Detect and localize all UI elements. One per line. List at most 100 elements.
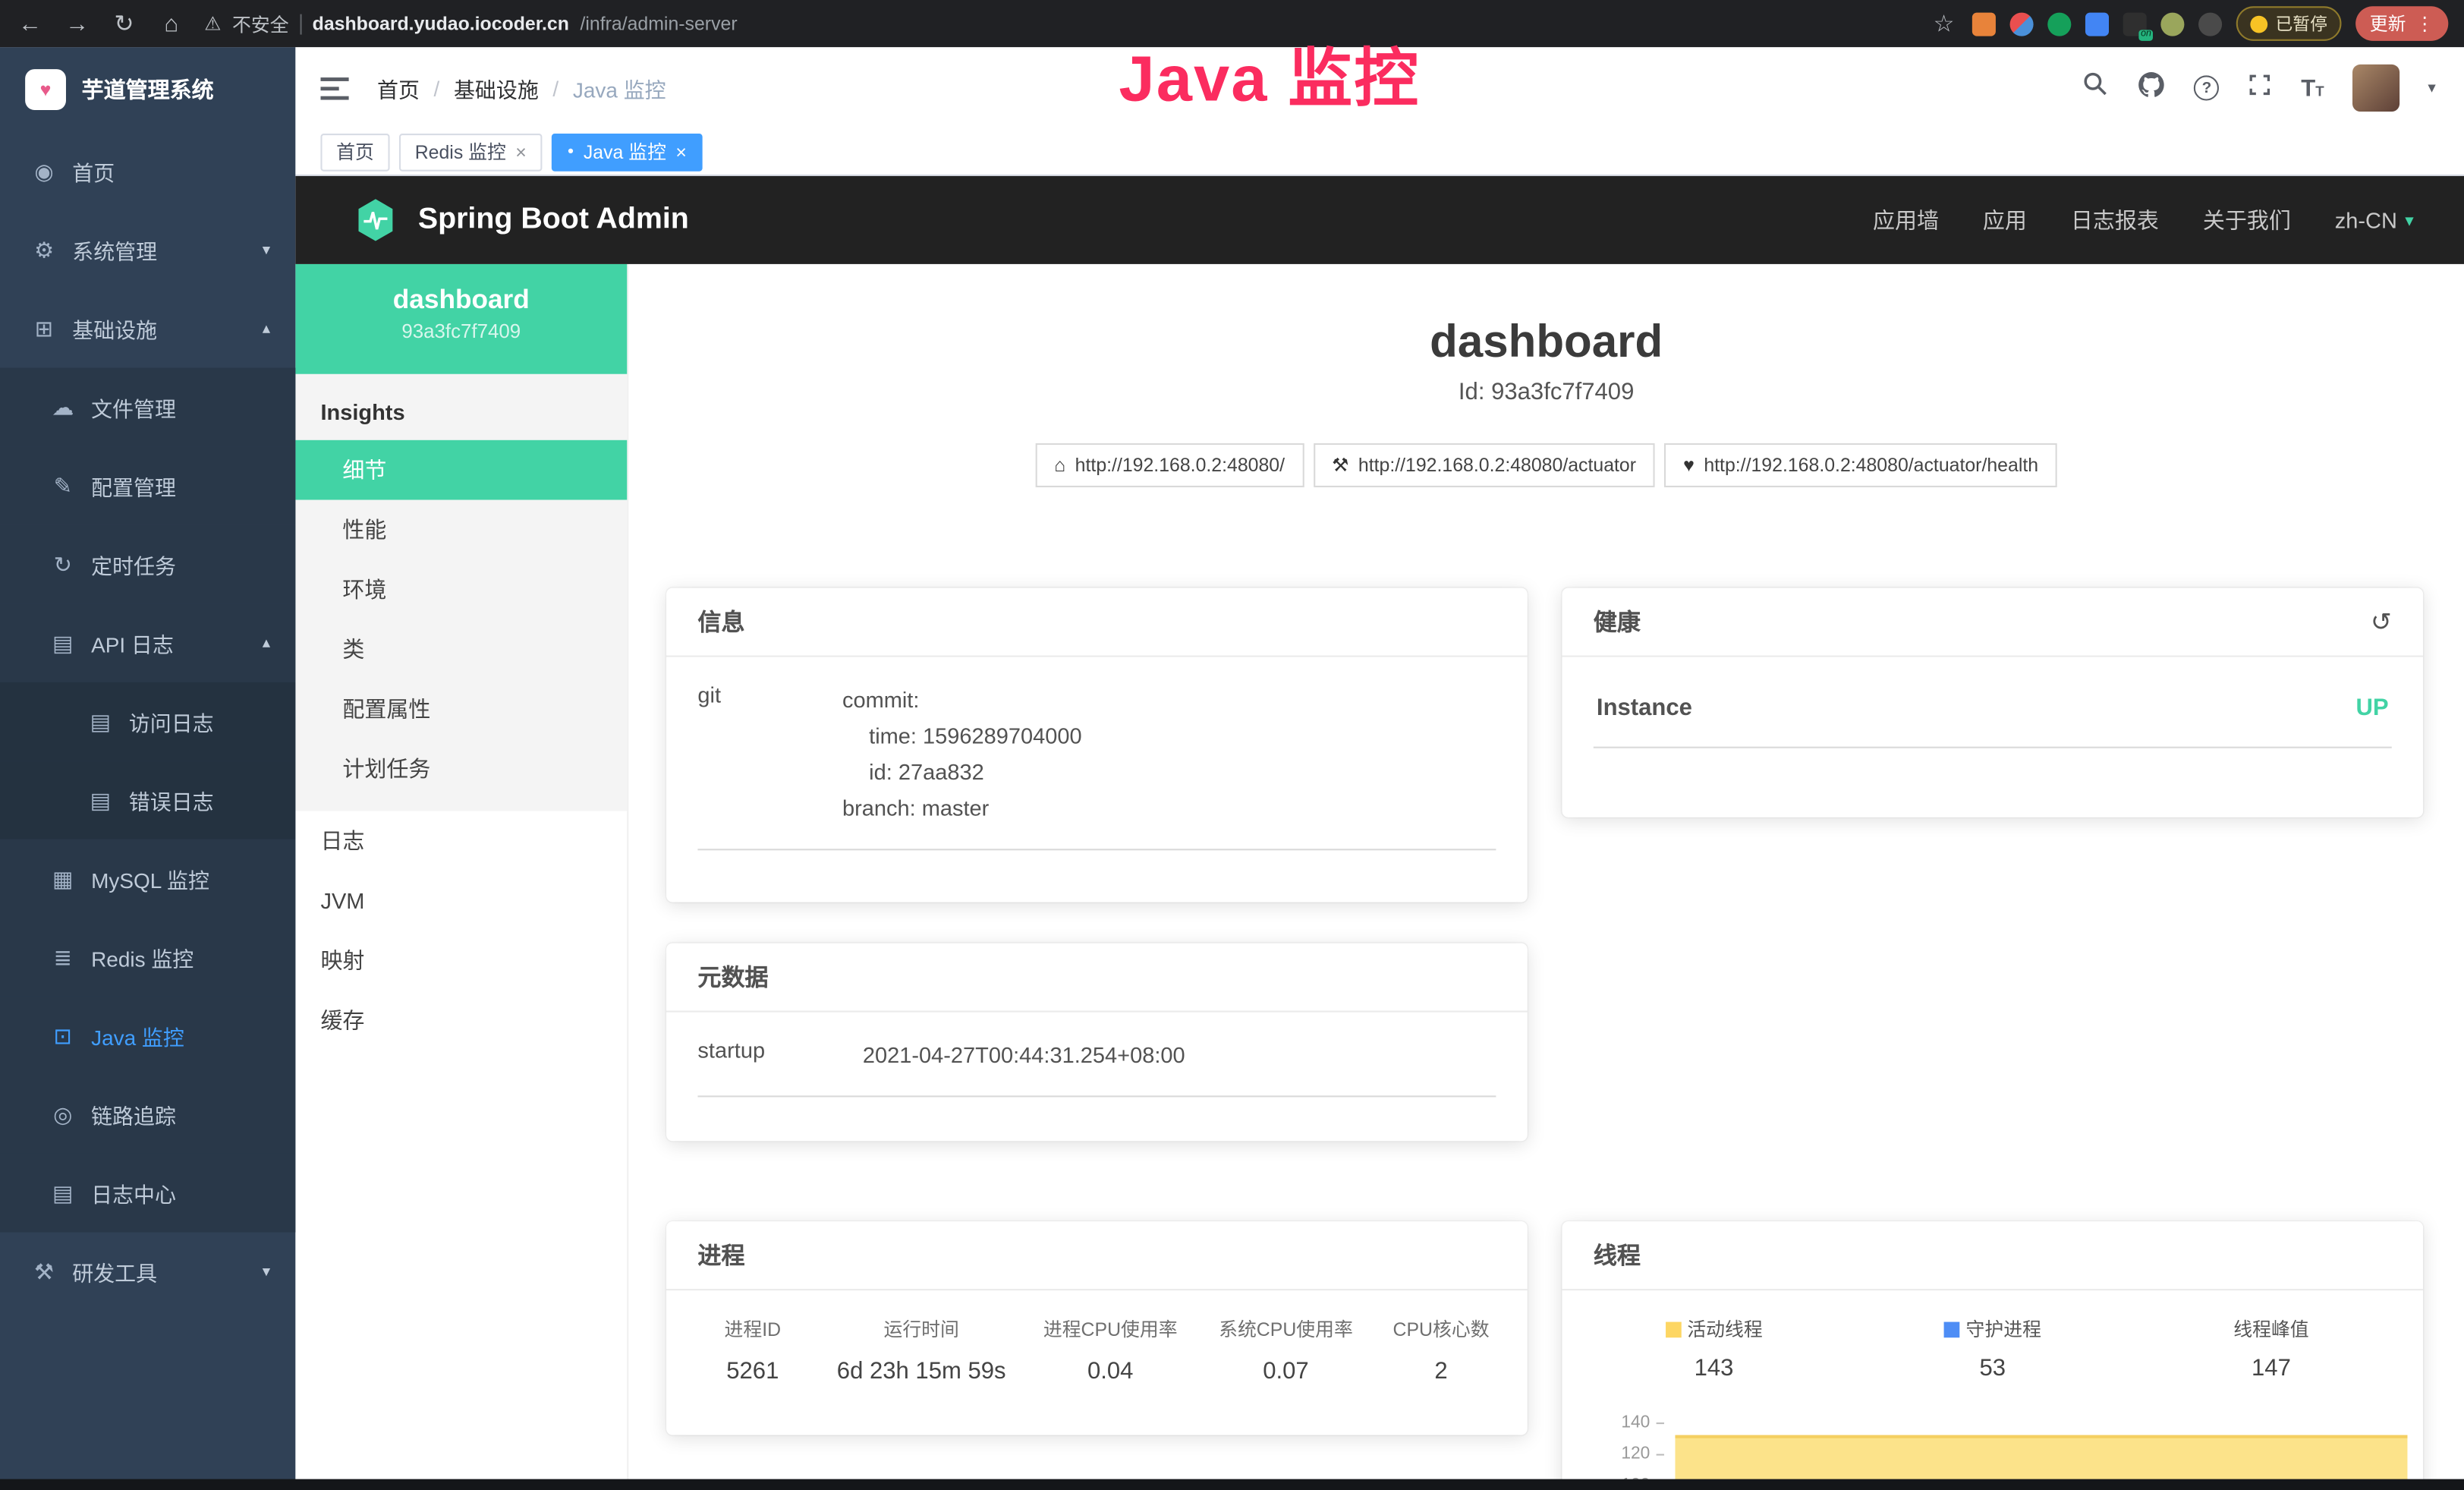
history-icon[interactable]: ↺	[2371, 606, 2392, 637]
github-icon[interactable]	[2138, 70, 2166, 106]
chevron-down-icon: ▾	[2405, 209, 2413, 230]
smiley-icon	[2250, 15, 2267, 33]
sidebar-item-label: 配置管理	[91, 470, 176, 501]
update-button[interactable]: 更新 ⋮	[2355, 6, 2448, 41]
app-sidebar-menu: ◉ 首页 ⚙ 系统管理 ▾ ⊞ 基础设施 ▴ ☁ 文件管理 ✎ 配置管理	[0, 132, 295, 1311]
chevron-down-icon: ▾	[263, 241, 270, 259]
help-icon[interactable]: ?	[2194, 75, 2219, 100]
sba-sidebar-item-scheduled-tasks[interactable]: 计划任务	[295, 739, 627, 799]
sba-sidebar-item-jvm[interactable]: JVM	[295, 871, 627, 931]
heart-icon: ♥	[1683, 454, 1695, 476]
sidebar-item-trace[interactable]: ◎ 链路追踪	[0, 1075, 295, 1154]
sidebar-item-mysql-monitor[interactable]: ▦ MySQL 监控	[0, 840, 295, 918]
extension-icon[interactable]	[2198, 12, 2222, 36]
sidebar-item-file-mgmt[interactable]: ☁ 文件管理	[0, 368, 295, 447]
insights-section: Insights 细节 性能 环境 类 配置属性 计划任务	[295, 374, 627, 811]
sidebar-item-java-monitor[interactable]: ⊡ Java 监控	[0, 997, 295, 1076]
extension-icon[interactable]	[1972, 12, 1996, 36]
breadcrumb-home[interactable]: 首页	[377, 72, 420, 103]
tab-java-monitor[interactable]: ● Java 监控 ×	[552, 133, 703, 171]
breadcrumb-infrastructure[interactable]: 基础设施	[454, 72, 539, 103]
link-health[interactable]: ♥ http://192.168.0.2:48080/actuator/heal…	[1664, 443, 2057, 487]
chevron-up-icon: ▴	[263, 635, 270, 652]
sidebar-item-label: 首页	[72, 156, 115, 187]
process-card: 进程 进程ID 5261 运行时间 6d 23h 15m 59s 进程CPU使用…	[666, 1221, 1528, 1435]
extension-on-badge: on	[2139, 29, 2153, 39]
tags-view-bar: 首页 Redis 监控 × ● Java 监控 ×	[295, 129, 2464, 176]
sba-language-select[interactable]: zh-CN ▾	[2335, 207, 2414, 232]
bookmark-star-icon[interactable]: ☆	[1930, 9, 1958, 37]
document-icon: ▤	[88, 786, 113, 813]
sba-brand[interactable]: Spring Boot Admin	[352, 197, 689, 244]
sidebar-item-label: 访问日志	[129, 706, 214, 737]
sidebar-item-scheduled-jobs[interactable]: ↻ 定时任务	[0, 525, 295, 604]
breadcrumb-current: Java 监控	[573, 72, 666, 103]
search-icon[interactable]	[2082, 71, 2109, 106]
sba-sidebar-item-caches[interactable]: 缓存	[295, 991, 627, 1051]
sba-nav-about[interactable]: 关于我们	[2203, 204, 2291, 235]
browser-menu-icon[interactable]: ⋮	[2415, 13, 2434, 35]
extension-icon[interactable]	[2047, 12, 2071, 36]
edit-icon: ✎	[50, 472, 75, 499]
sidebar-item-home[interactable]: ◉ 首页	[0, 132, 295, 211]
extension-icon[interactable]	[2160, 12, 2184, 36]
app-title: 芋道管理系统	[82, 74, 214, 105]
sidebar-item-infrastructure[interactable]: ⊞ 基础设施 ▴	[0, 289, 295, 368]
link-actuator[interactable]: ⚒ http://192.168.0.2:48080/actuator	[1313, 443, 1655, 487]
browser-address-bar[interactable]: ⚠ 不安全 dashboard.yudao.iocoder.cn /infra/…	[204, 10, 1911, 36]
sba-nav-applications[interactable]: 应用	[1983, 204, 2027, 235]
sidebar-item-config-mgmt[interactable]: ✎ 配置管理	[0, 446, 295, 525]
eye-icon: ◎	[50, 1101, 75, 1128]
instance-id: 93a3fc7f7409	[295, 320, 627, 342]
sba-sidebar-item-classes[interactable]: 类	[295, 619, 627, 679]
health-instance-row[interactable]: Instance UP	[1594, 682, 2392, 748]
avatar[interactable]	[2352, 65, 2399, 112]
sidebar-item-dev-tools[interactable]: ⚒ 研发工具 ▾	[0, 1233, 295, 1312]
sba-nav-wallboard[interactable]: 应用墙	[1873, 204, 1939, 235]
browser-home-button[interactable]: ⌂	[157, 10, 185, 36]
sidebar-item-error-logs[interactable]: ▤ 错误日志	[0, 761, 295, 840]
sba-sidebar-item-details[interactable]: 细节	[295, 440, 627, 500]
sba-logo-icon	[352, 197, 399, 244]
sba-sidebar-item-metrics[interactable]: 性能	[295, 500, 627, 560]
browser-forward-button[interactable]: →	[63, 10, 91, 36]
sidebar-item-api-logs[interactable]: ▤ API 日志 ▴	[0, 603, 295, 682]
extension-icon[interactable]	[2010, 12, 2034, 36]
metric-value: 2	[1374, 1358, 1509, 1384]
sidebar-item-redis-monitor[interactable]: ≣ Redis 监控	[0, 918, 295, 997]
sidebar-item-label: 系统管理	[72, 235, 157, 266]
sidebar-item-access-logs[interactable]: ▤ 访问日志	[0, 682, 295, 761]
instance-header[interactable]: dashboard 93a3fc7f7409	[295, 264, 627, 374]
sba-nav-log-report[interactable]: 日志报表	[2071, 204, 2159, 235]
link-root[interactable]: ⌂ http://192.168.0.2:48080/	[1035, 443, 1303, 487]
fullscreen-icon[interactable]	[2248, 71, 2273, 104]
avatar-caret-icon[interactable]: ▾	[2428, 80, 2435, 97]
process-card-title: 进程	[666, 1221, 1528, 1290]
tab-redis-monitor[interactable]: Redis 监控 ×	[399, 133, 543, 171]
sidebar-item-log-center[interactable]: ▤ 日志中心	[0, 1154, 295, 1233]
paused-badge[interactable]: 已暂停	[2236, 6, 2342, 41]
sba-sidebar-item-mappings[interactable]: 映射	[295, 931, 627, 991]
sidebar-item-system-mgmt[interactable]: ⚙ 系统管理 ▾	[0, 210, 295, 289]
sba-sidebar-item-environment[interactable]: 环境	[295, 559, 627, 619]
hamburger-icon[interactable]	[320, 76, 348, 99]
browser-reload-button[interactable]: ↻	[110, 9, 138, 37]
extension-icon[interactable]	[2085, 12, 2109, 36]
window-bottom-edge	[0, 1479, 2464, 1490]
metric-value: 6d 23h 15m 59s	[820, 1358, 1023, 1384]
font-size-icon[interactable]: TT	[2301, 74, 2324, 101]
close-icon[interactable]: ×	[675, 140, 687, 162]
legend-label: 活动线程	[1687, 1315, 1762, 1342]
instance-links: ⌂ http://192.168.0.2:48080/ ⚒ http://192…	[628, 443, 2464, 487]
close-icon[interactable]: ×	[515, 140, 527, 162]
app-logo-row[interactable]: ♥ 芋道管理系统	[0, 47, 295, 132]
tab-home[interactable]: 首页	[320, 133, 389, 171]
browser-back-button[interactable]: ←	[16, 10, 44, 36]
metric-label: CPU核心数	[1374, 1315, 1509, 1342]
security-label: 不安全	[232, 10, 289, 36]
sba-sidebar-item-logs[interactable]: 日志	[295, 811, 627, 871]
sba-sidebar-item-config-props[interactable]: 配置属性	[295, 679, 627, 739]
extension-icon[interactable]: on	[2123, 12, 2147, 36]
app-logo: ♥	[25, 69, 66, 110]
metadata-value: 2021-04-27T00:44:31.254+08:00	[863, 1038, 1185, 1074]
